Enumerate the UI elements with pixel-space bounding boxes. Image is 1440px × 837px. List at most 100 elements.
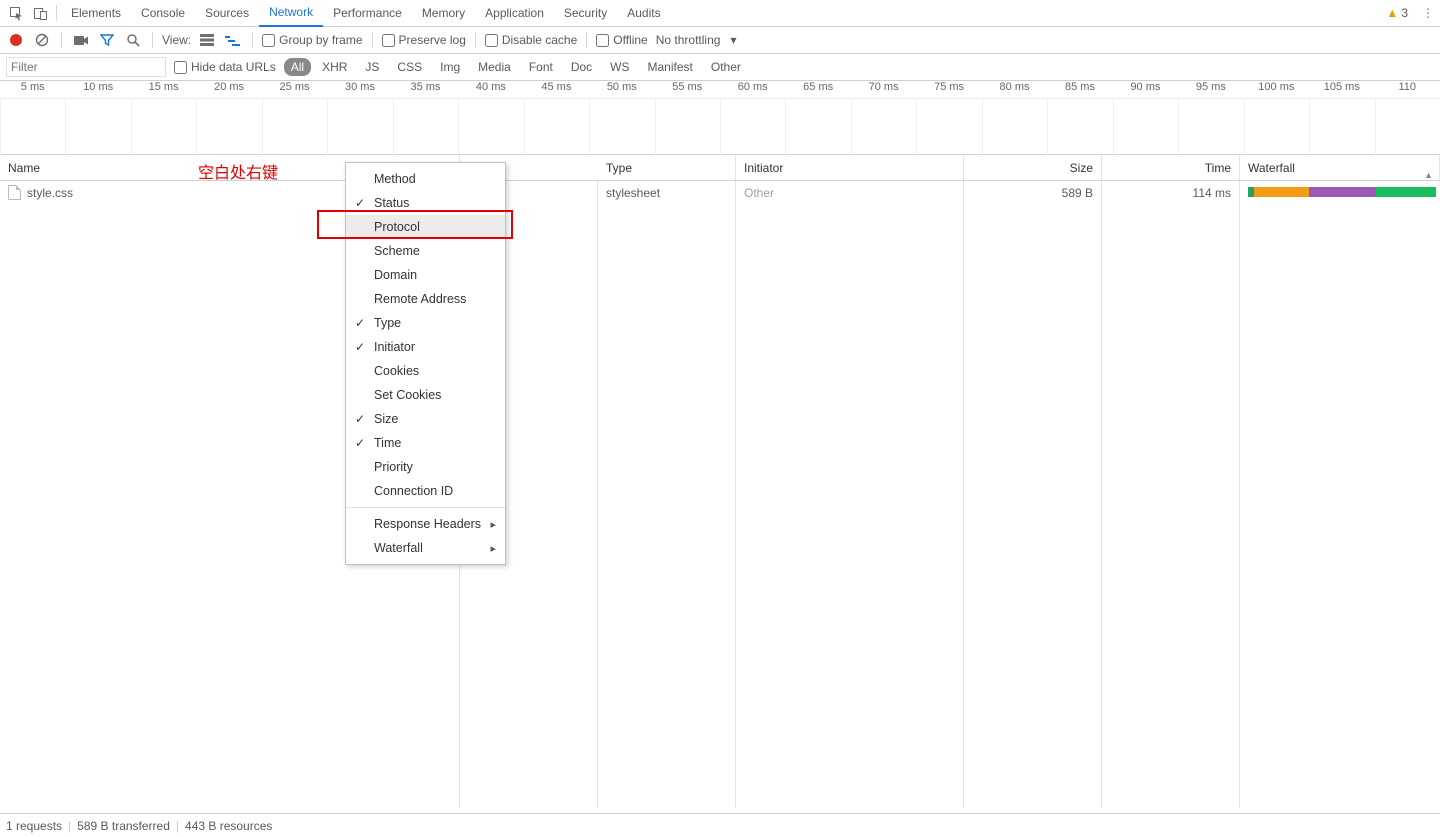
timeline-tick: 85 ms xyxy=(1047,81,1112,98)
timeline-tick: 5 ms xyxy=(0,81,65,98)
ctx-item-domain[interactable]: Domain xyxy=(346,263,505,287)
timeline-tick: 30 ms xyxy=(327,81,392,98)
main-tabs-bar: ElementsConsoleSourcesNetworkPerformance… xyxy=(0,0,1440,27)
group-by-frame-checkbox[interactable]: Group by frame xyxy=(262,33,362,47)
timeline-tick: 20 ms xyxy=(196,81,261,98)
timeline-tick: 35 ms xyxy=(393,81,458,98)
filter-bar: Hide data URLs AllXHRJSCSSImgMediaFontDo… xyxy=(0,54,1440,81)
tab-security[interactable]: Security xyxy=(554,0,617,27)
timeline-tick: 10 ms xyxy=(65,81,130,98)
timeline-tick: 80 ms xyxy=(982,81,1047,98)
ctx-item-method[interactable]: Method xyxy=(346,167,505,191)
timeline-tick: 45 ms xyxy=(524,81,589,98)
column-time[interactable]: Time xyxy=(1102,155,1240,180)
filter-chip-media[interactable]: Media xyxy=(471,58,518,76)
filter-chip-all[interactable]: All xyxy=(284,58,311,76)
status-resources: 443 B resources xyxy=(185,819,272,833)
separator xyxy=(56,5,57,21)
filter-chip-manifest[interactable]: Manifest xyxy=(641,58,700,76)
tab-application[interactable]: Application xyxy=(475,0,554,27)
timeline-ticks: 5 ms10 ms15 ms20 ms25 ms30 ms35 ms40 ms4… xyxy=(0,81,1440,99)
tab-elements[interactable]: Elements xyxy=(61,0,131,27)
timeline-tick: 55 ms xyxy=(655,81,720,98)
tab-network[interactable]: Network xyxy=(259,0,323,27)
timeline-tick: 105 ms xyxy=(1309,81,1374,98)
column-initiator[interactable]: Initiator xyxy=(736,155,964,180)
throttling-select[interactable]: No throttling ▾ xyxy=(656,33,737,47)
device-toggle-icon[interactable] xyxy=(28,1,52,25)
timeline-overview[interactable]: 5 ms10 ms15 ms20 ms25 ms30 ms35 ms40 ms4… xyxy=(0,81,1440,155)
status-bar: 1 requests | 589 B transferred | 443 B r… xyxy=(0,813,1440,837)
ctx-item-waterfall[interactable]: Waterfall xyxy=(346,536,505,560)
ctx-item-connection-id[interactable]: Connection ID xyxy=(346,479,505,503)
ctx-item-size[interactable]: Size xyxy=(346,407,505,431)
requests-table-body[interactable]: style.cssstylesheetOther589 B114 ms 空白处右… xyxy=(0,181,1440,808)
record-button[interactable] xyxy=(6,30,26,50)
ctx-item-status[interactable]: Status xyxy=(346,191,505,215)
timeline-tick: 90 ms xyxy=(1113,81,1178,98)
timeline-tick: 40 ms xyxy=(458,81,523,98)
tab-performance[interactable]: Performance xyxy=(323,0,412,27)
clear-icon[interactable] xyxy=(32,30,52,50)
hide-data-urls-checkbox[interactable]: Hide data URLs xyxy=(174,60,276,74)
filter-chips: AllXHRJSCSSImgMediaFontDocWS ManifestOthe… xyxy=(284,58,748,76)
ctx-item-response-headers[interactable]: Response Headers xyxy=(346,512,505,536)
filter-chip-font[interactable]: Font xyxy=(522,58,560,76)
large-rows-icon[interactable] xyxy=(197,30,217,50)
status-transferred: 589 B transferred xyxy=(77,819,170,833)
ctx-item-cookies[interactable]: Cookies xyxy=(346,359,505,383)
camera-icon[interactable] xyxy=(71,30,91,50)
filter-chip-img[interactable]: Img xyxy=(433,58,467,76)
preserve-log-checkbox[interactable]: Preserve log xyxy=(382,33,466,47)
ctx-item-time[interactable]: Time xyxy=(346,431,505,455)
ctx-item-type[interactable]: Type xyxy=(346,311,505,335)
tab-sources[interactable]: Sources xyxy=(195,0,259,27)
timeline-tick: 15 ms xyxy=(131,81,196,98)
timeline-tick: 25 ms xyxy=(262,81,327,98)
timeline-tick: 50 ms xyxy=(589,81,654,98)
tab-console[interactable]: Console xyxy=(131,0,195,27)
column-size[interactable]: Size xyxy=(964,155,1102,180)
filter-chip-other[interactable]: Other xyxy=(704,58,748,76)
warning-count: 3 xyxy=(1401,6,1408,20)
overview-icon[interactable] xyxy=(223,30,243,50)
filter-icon[interactable] xyxy=(97,30,117,50)
ctx-item-priority[interactable]: Priority xyxy=(346,455,505,479)
search-icon[interactable] xyxy=(123,30,143,50)
ctx-item-remote-address[interactable]: Remote Address xyxy=(346,287,505,311)
filter-chip-xhr[interactable]: XHR xyxy=(315,58,354,76)
offline-checkbox[interactable]: Offline xyxy=(596,33,647,47)
timeline-tick: 95 ms xyxy=(1178,81,1243,98)
kebab-menu-icon[interactable]: ⋮ xyxy=(1416,1,1440,25)
timeline-tick: 100 ms xyxy=(1244,81,1309,98)
status-requests: 1 requests xyxy=(6,819,62,833)
column-type[interactable]: Type xyxy=(598,155,736,180)
inspect-icon[interactable] xyxy=(4,1,28,25)
timeline-tick: 70 ms xyxy=(851,81,916,98)
filter-chip-doc[interactable]: Doc xyxy=(564,58,599,76)
warnings-badge[interactable]: ▲3 xyxy=(1386,6,1408,20)
table-row[interactable]: style.cssstylesheetOther589 B114 ms xyxy=(0,181,1440,205)
ctx-item-set-cookies[interactable]: Set Cookies xyxy=(346,383,505,407)
warning-icon: ▲ xyxy=(1386,6,1398,20)
ctx-item-scheme[interactable]: Scheme xyxy=(346,239,505,263)
timeline-tick: 75 ms xyxy=(916,81,981,98)
ctx-item-protocol[interactable]: Protocol xyxy=(346,215,505,239)
main-tabs: ElementsConsoleSourcesNetworkPerformance… xyxy=(61,0,671,27)
network-toolbar: View: Group by frame Preserve log Disabl… xyxy=(0,27,1440,54)
header-context-menu: MethodStatusProtocolSchemeDomainRemote A… xyxy=(345,162,506,565)
tab-audits[interactable]: Audits xyxy=(617,0,670,27)
timeline-tick: 60 ms xyxy=(720,81,785,98)
file-icon xyxy=(8,185,21,200)
disable-cache-checkbox[interactable]: Disable cache xyxy=(485,33,577,47)
filter-chip-css[interactable]: CSS xyxy=(390,58,429,76)
timeline-tick: 65 ms xyxy=(785,81,850,98)
tab-memory[interactable]: Memory xyxy=(412,0,475,27)
filter-chip-js[interactable]: JS xyxy=(358,58,386,76)
timeline-tick: 110 xyxy=(1375,81,1440,98)
view-label: View: xyxy=(162,33,191,47)
column-waterfall[interactable]: Waterfall xyxy=(1240,155,1440,180)
ctx-item-initiator[interactable]: Initiator xyxy=(346,335,505,359)
filter-input[interactable] xyxy=(6,57,166,77)
filter-chip-ws[interactable]: WS xyxy=(603,58,636,76)
